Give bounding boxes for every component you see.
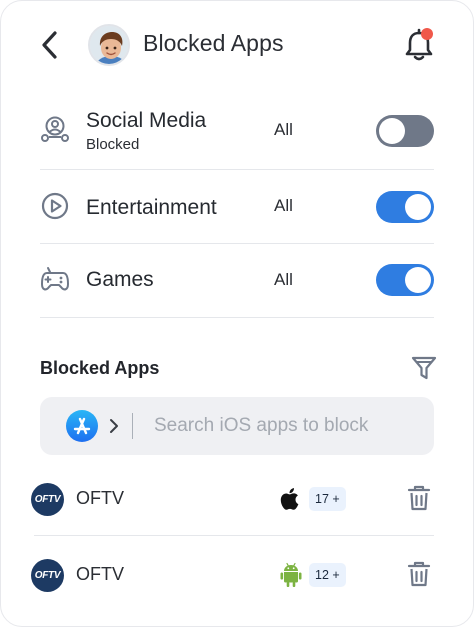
divider bbox=[40, 317, 434, 318]
android-icon bbox=[280, 562, 302, 587]
app-frame: Blocked Apps Social Media Blocked All En… bbox=[0, 0, 474, 627]
apple-icon bbox=[280, 488, 299, 510]
oftv-logo: OFTV bbox=[31, 483, 64, 516]
notification-dot bbox=[421, 28, 433, 40]
entertainment-toggle[interactable] bbox=[376, 191, 434, 223]
category-scope[interactable]: All bbox=[274, 196, 293, 216]
filter-button[interactable] bbox=[410, 354, 438, 382]
category-name: Entertainment bbox=[86, 196, 217, 219]
app-search-bar bbox=[40, 397, 434, 455]
category-row-entertainment: Entertainment All bbox=[40, 170, 434, 244]
child-avatar-image bbox=[90, 26, 128, 64]
chevron-right-icon[interactable] bbox=[108, 417, 120, 435]
social-people-icon bbox=[41, 116, 69, 142]
text-caret bbox=[132, 413, 133, 439]
back-button[interactable] bbox=[35, 28, 65, 62]
gamepad-icon bbox=[41, 267, 69, 291]
app-store-icon[interactable] bbox=[66, 410, 98, 442]
toggle-knob bbox=[405, 194, 431, 220]
category-scope[interactable]: All bbox=[274, 270, 293, 290]
avatar[interactable] bbox=[88, 24, 130, 66]
divider bbox=[34, 535, 434, 536]
category-row-games: Games All bbox=[40, 244, 434, 318]
section-title: Blocked Apps bbox=[40, 358, 160, 378]
search-input[interactable] bbox=[154, 397, 424, 455]
app-name: OFTV bbox=[76, 488, 124, 508]
header: Blocked Apps bbox=[1, 1, 473, 89]
category-scope[interactable]: All bbox=[274, 120, 293, 140]
list-item: OFTV OFTV 17 + bbox=[31, 469, 434, 529]
category-name: Games bbox=[86, 268, 154, 291]
category-status: Blocked bbox=[86, 136, 140, 153]
trash-icon[interactable] bbox=[407, 560, 431, 588]
games-toggle[interactable] bbox=[376, 264, 434, 296]
app-name: OFTV bbox=[76, 564, 124, 584]
list-item: OFTV OFTV 12 + bbox=[31, 545, 434, 605]
play-circle-icon bbox=[41, 192, 69, 220]
oftv-logo: OFTV bbox=[31, 559, 64, 592]
toggle-knob bbox=[405, 267, 431, 293]
age-rating-badge: 17 + bbox=[309, 487, 346, 511]
chevron-left-icon bbox=[42, 31, 57, 59]
age-rating-badge: 12 + bbox=[309, 563, 346, 587]
page-title: Blocked Apps bbox=[143, 30, 284, 56]
trash-icon[interactable] bbox=[407, 484, 431, 512]
social-media-toggle[interactable] bbox=[376, 115, 434, 147]
category-name: Social Media bbox=[86, 109, 207, 132]
toggle-knob bbox=[379, 118, 405, 144]
category-row-social-media: Social Media Blocked All bbox=[40, 95, 434, 169]
filter-icon bbox=[411, 356, 437, 380]
